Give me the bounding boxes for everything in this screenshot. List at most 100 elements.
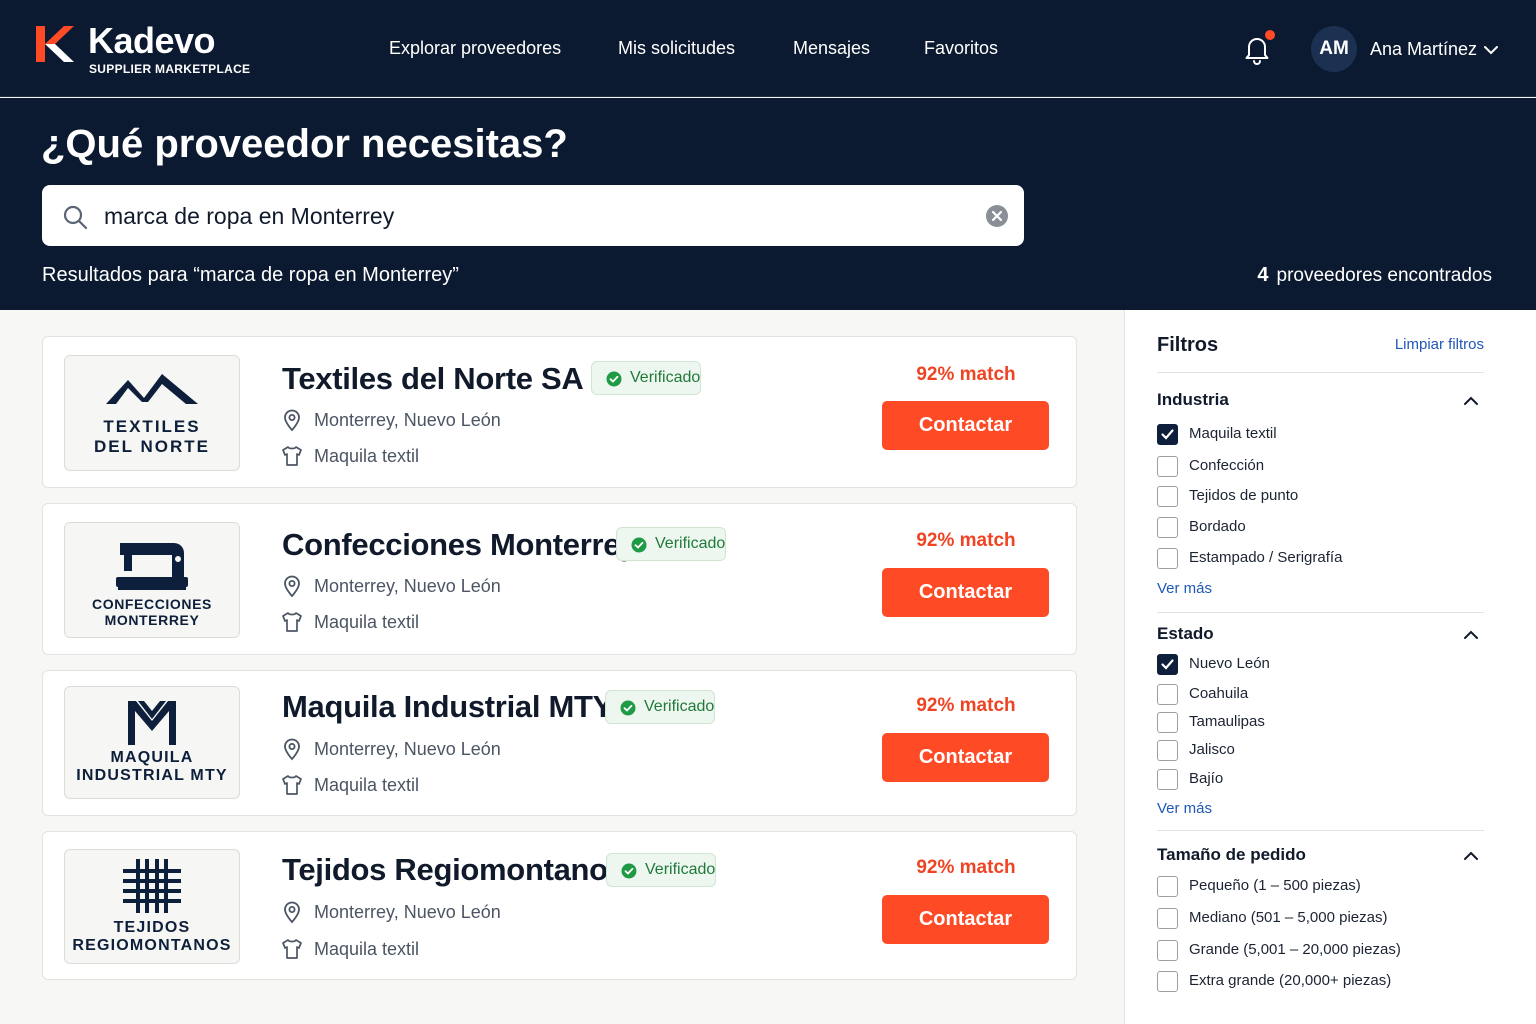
supplier-name[interactable]: Maquila Industrial MTY [282,689,613,725]
option-label: Bordado [1189,518,1246,535]
search-icon [63,205,88,230]
match-score: 92% match [916,695,1016,716]
match-score: 92% match [916,857,1016,878]
mountains-logo-icon [106,374,198,404]
option-label: Mediano (501 – 5,000 piezas) [1189,909,1388,926]
see-more-industria-link[interactable]: Ver más [1157,580,1212,597]
clear-filters-link[interactable]: Limpiar filtros [1395,336,1484,353]
contact-button[interactable]: Contactar [882,895,1049,944]
location-label: Monterrey, Nuevo León [314,410,501,430]
option-label: Tejidos de punto [1189,487,1299,504]
verified-check-icon [621,863,637,879]
checkbox[interactable] [1157,876,1178,897]
option-label: Grande (5,001 – 20,000 piezas) [1189,941,1401,958]
woven-pattern-logo-icon [123,859,181,913]
verified-check-icon [620,700,636,716]
top-navigation: Kadevo SUPPLIER MARKETPLACE Explorar pro… [0,0,1536,97]
verified-badge: Verificado [606,853,717,887]
contact-button[interactable]: Contactar [882,568,1049,617]
results-count: 4 proveedores encontrados [1257,264,1492,287]
supplier-category: Maquila textil [280,446,419,467]
option-label: Coahuila [1189,685,1249,702]
search-hero: ¿Qué proveedor necesitas? Resultados par… [0,98,1536,310]
user-name[interactable]: Ana Martínez [1370,39,1477,60]
nav-favoritos[interactable]: Favoritos [924,38,998,59]
filter-group-estado[interactable]: Estado [1157,624,1214,644]
filter-group-tamano-de-pedido[interactable]: Tamaño de pedido [1157,845,1306,865]
supplier-logo: TEJIDOS REGIOMONTANOS [64,849,240,964]
contact-button[interactable]: Contactar [882,401,1049,450]
location-pin-icon [284,575,300,598]
search-bar[interactable] [42,185,1024,246]
checkbox[interactable] [1157,684,1178,705]
letter-m-logo-icon [128,701,176,745]
brand-tagline: SUPPLIER MARKETPLACE [89,62,251,76]
chevron-up-icon[interactable] [1462,392,1480,410]
supplier-location: Monterrey, Nuevo León [280,575,501,598]
option-label: Tamaulipas [1189,713,1265,730]
checkbox[interactable] [1157,908,1178,929]
nav-mis-solicitudes[interactable]: Mis solicitudes [618,38,735,59]
checkbox[interactable] [1157,740,1178,761]
checkbox[interactable] [1157,486,1178,507]
avatar[interactable]: AM [1311,26,1357,72]
checkbox[interactable] [1157,712,1178,733]
verified-label: Verificado [645,861,716,878]
verified-badge: Verificado [616,527,727,561]
supplier-name[interactable]: Tejidos Regiomontanos [282,852,625,888]
results-count-label: proveedores encontrados [1276,265,1492,286]
category-label: Maquila textil [314,939,420,959]
results-query-text: Resultados para “marca de ropa en Monter… [42,264,459,286]
contact-button[interactable]: Contactar [882,733,1049,782]
filter-group-industria[interactable]: Industria [1157,390,1229,410]
option-label: Maquila textil [1189,425,1277,442]
supplier-logo: TEXTILES DEL NORTE [64,355,240,471]
location-label: Monterrey, Nuevo León [314,576,501,596]
divider [1157,830,1484,831]
category-label: Maquila textil [314,612,420,632]
checkmark-icon [1161,659,1174,670]
kadevo-logo-icon [36,26,74,62]
option-label: Extra grande (20,000+ piezas) [1189,972,1392,989]
verified-label: Verificado [630,369,701,386]
checkbox[interactable] [1157,654,1178,675]
category-label: Maquila textil [314,446,420,466]
supplier-logo-text: TEJIDOS [113,919,191,936]
checkbox[interactable] [1157,940,1178,961]
chevron-up-icon[interactable] [1462,847,1480,865]
checkbox[interactable] [1157,424,1178,445]
see-more-estado-link[interactable]: Ver más [1157,800,1212,817]
supplier-card: CONFECCIONES MONTERREY Confecciones Mont… [42,503,1077,655]
results-count-number: 4 [1257,264,1269,286]
supplier-logo: CONFECCIONES MONTERREY [64,522,240,638]
supplier-name[interactable]: Confecciones Monterrey [282,527,637,563]
tshirt-icon [282,446,302,466]
search-input[interactable] [104,196,964,236]
location-label: Monterrey, Nuevo León [314,739,501,759]
location-label: Monterrey, Nuevo León [314,902,501,922]
chevron-up-icon[interactable] [1462,626,1480,644]
supplier-logo-text: CONFECCIONES [92,596,212,612]
checkbox[interactable] [1157,548,1178,569]
supplier-category: Maquila textil [280,939,419,960]
checkbox[interactable] [1157,456,1178,477]
location-pin-icon [284,901,300,924]
page-title: ¿Qué proveedor necesitas? [41,122,568,166]
checkbox[interactable] [1157,769,1178,790]
chevron-down-icon[interactable] [1483,42,1499,58]
option-label: Nuevo León [1189,655,1270,672]
checkbox[interactable] [1157,971,1178,992]
nav-mensajes[interactable]: Mensajes [793,38,870,59]
verified-badge: Verificado [591,361,702,395]
supplier-card: TEXTILES DEL NORTE Textiles del Norte SA… [42,336,1077,488]
filters-panel: Filtros Limpiar filtros Industria Maquil… [1124,310,1536,1024]
checkbox[interactable] [1157,517,1178,538]
supplier-card: TEJIDOS REGIOMONTANOS Tejidos Regiomonta… [42,831,1077,980]
nav-explorar-proveedores[interactable]: Explorar proveedores [389,38,561,59]
verified-badge: Verificado [605,690,716,724]
match-score: 92% match [916,364,1016,385]
filters-title: Filtros [1157,334,1219,356]
supplier-name[interactable]: Textiles del Norte SA [282,361,584,397]
clear-search-icon[interactable] [985,204,1009,228]
verified-label: Verificado [655,535,726,552]
